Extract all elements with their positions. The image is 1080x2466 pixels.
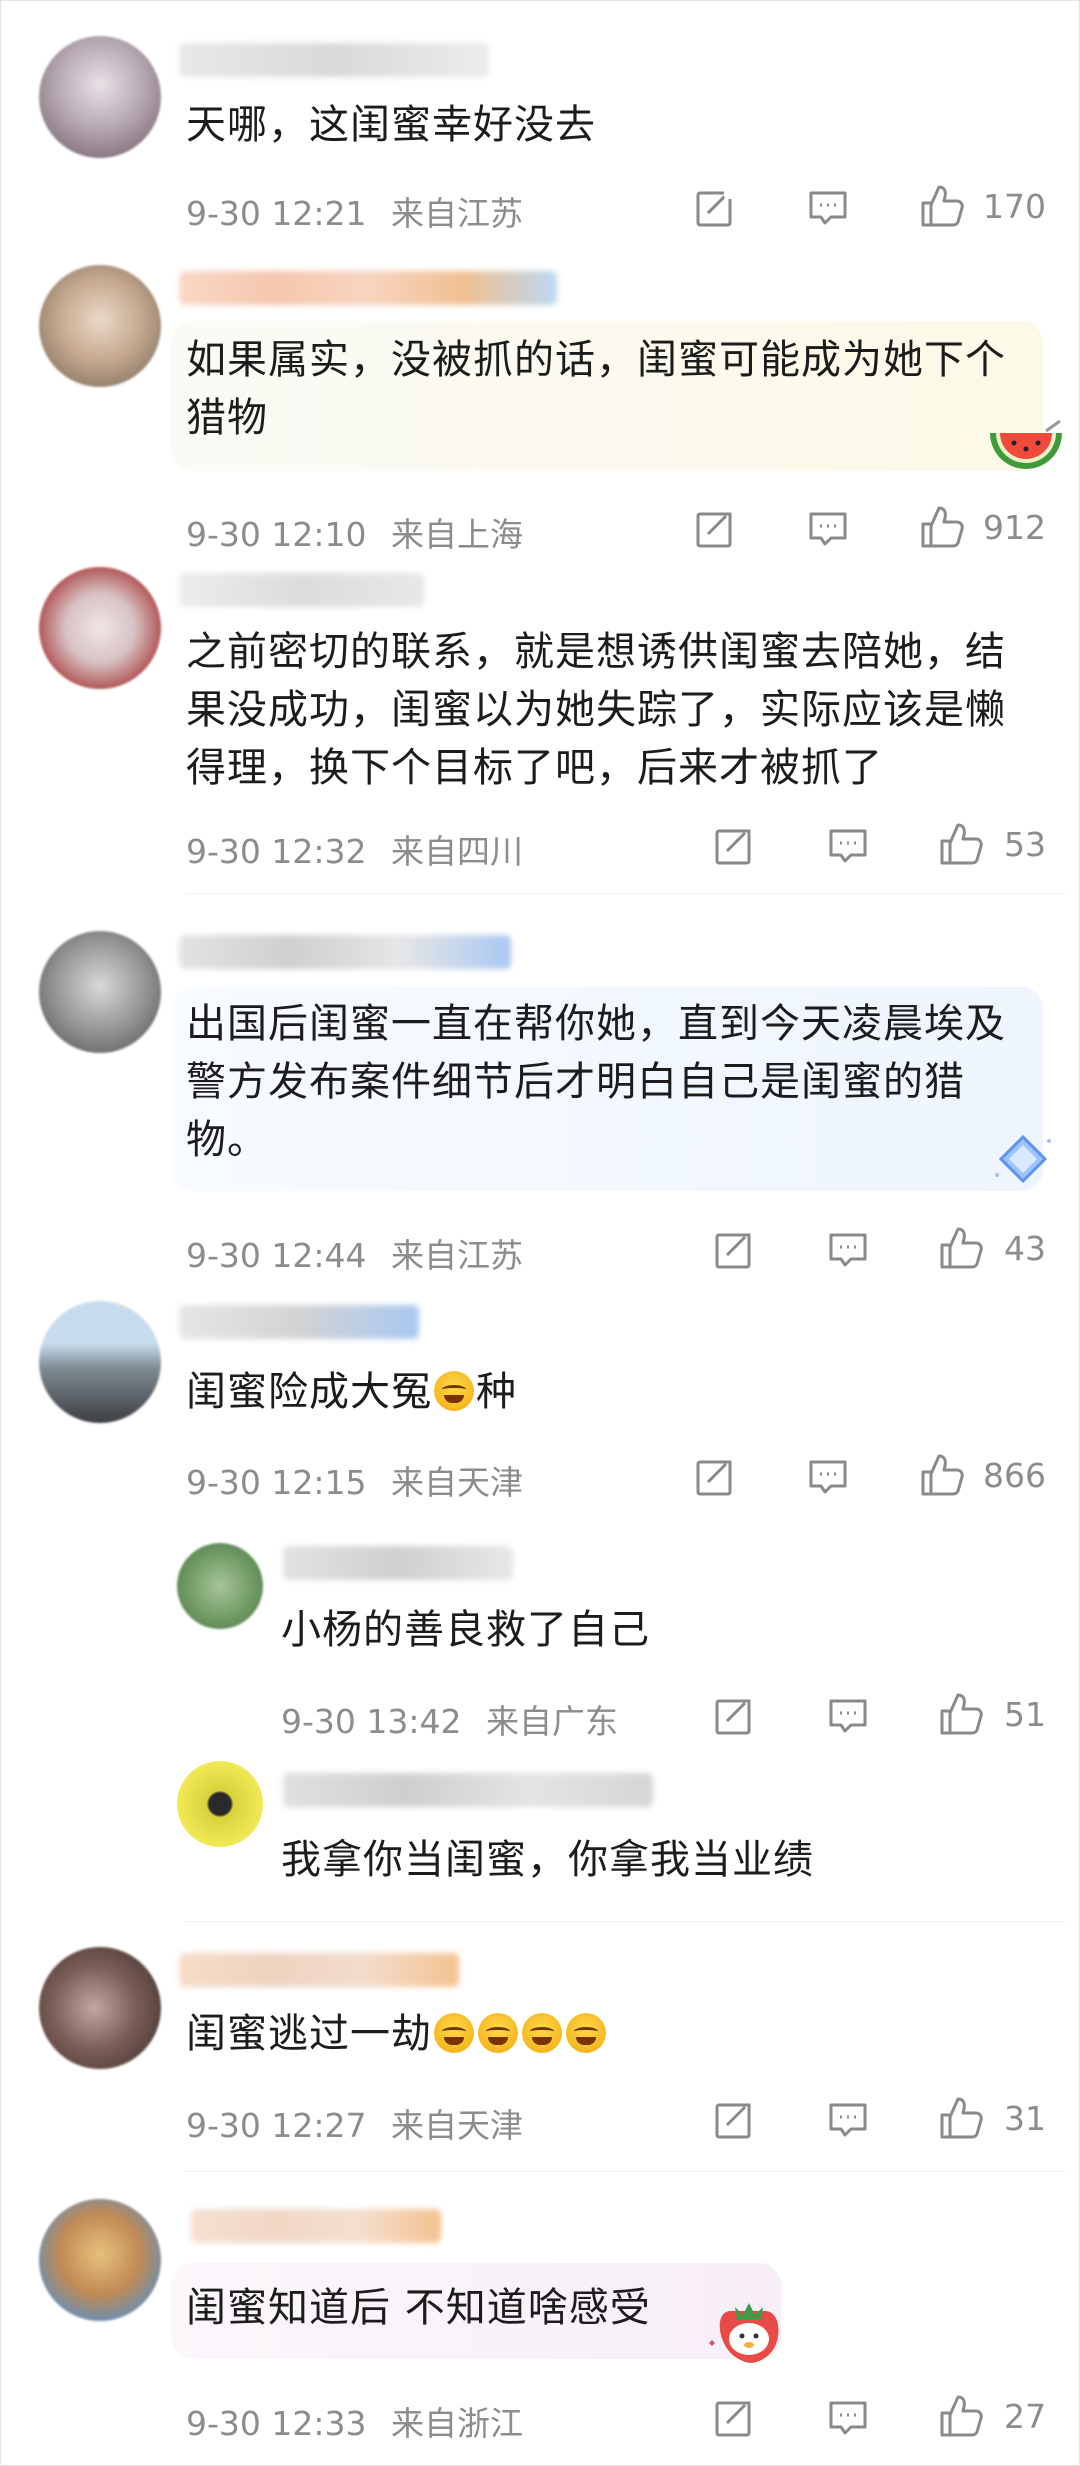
avatar[interactable] [39, 931, 161, 1053]
share-icon[interactable] [713, 1695, 755, 1737]
username-blurred[interactable] [283, 1546, 513, 1580]
comment-location: 来自四川 [391, 832, 523, 871]
avatar[interactable] [39, 2199, 161, 2321]
comment-text: 之前密切的联系，就是想诱供闺蜜去陪她，结果没成功，闺蜜以为她失踪了，实际应该是懒… [186, 629, 1006, 791]
share-icon[interactable] [694, 1456, 736, 1498]
like-count: 31 [1004, 2099, 1046, 2138]
like-icon[interactable] [938, 1225, 984, 1271]
comment-icon[interactable] [807, 187, 849, 229]
like-icon[interactable] [919, 504, 965, 550]
comment-meta: 9-30 12:33 来自浙江 [186, 2397, 523, 2445]
comment-icon[interactable] [827, 2397, 869, 2439]
laughing-crying-emoji-icon [522, 2013, 562, 2053]
like-count: 43 [1004, 1229, 1046, 1268]
share-icon[interactable] [694, 187, 736, 229]
diamond-sticker [991, 1131, 1055, 1191]
like-count: 27 [1004, 2397, 1046, 2436]
username-blurred[interactable] [179, 573, 424, 607]
divider [186, 2171, 1066, 2172]
laughing-crying-emoji-icon [434, 1371, 474, 1411]
username-blurred[interactable] [191, 2209, 441, 2243]
like-count: 53 [1004, 825, 1046, 864]
username-blurred[interactable] [179, 935, 511, 969]
like-icon[interactable] [938, 2095, 984, 2141]
comment-icon[interactable] [807, 508, 849, 550]
comment-time: 9-30 12:33 [186, 2404, 367, 2443]
avatar[interactable] [39, 567, 161, 689]
divider [186, 1921, 1066, 1922]
comment-location: 来自江苏 [391, 1236, 523, 1275]
like-icon[interactable] [938, 2393, 984, 2439]
comment-time: 9-30 12:32 [186, 832, 367, 871]
avatar[interactable] [39, 36, 161, 158]
comment-meta: 9-30 12:44 来自江苏 [186, 1229, 523, 1277]
laughing-crying-emoji-icon [478, 2013, 518, 2053]
reply-time: 9-30 13:42 [281, 1702, 462, 1741]
comment-meta: 9-30 12:27 来自天津 [186, 2099, 523, 2147]
like-count: 866 [983, 1456, 1046, 1495]
comment-text-part: 闺蜜险成大冤 [186, 1369, 432, 1415]
share-icon[interactable] [713, 825, 755, 867]
comment-meta: 9-30 12:21 来自江苏 [186, 187, 523, 235]
avatar[interactable] [39, 265, 161, 387]
like-icon[interactable] [938, 1691, 984, 1737]
share-icon[interactable] [713, 1229, 755, 1271]
comment-icon[interactable] [807, 1456, 849, 1498]
comment-icon[interactable] [827, 825, 869, 867]
username-blurred[interactable] [283, 1773, 653, 1807]
comment-text-part: 闺蜜逃过一劫 [186, 2011, 432, 2057]
username-blurred[interactable] [179, 1953, 459, 1987]
watermelon-sticker [986, 419, 1066, 483]
strawberry-sticker [701, 2297, 793, 2373]
comment-time: 9-30 12:21 [186, 194, 367, 233]
like-count: 170 [983, 187, 1046, 226]
like-count: 51 [1004, 1695, 1046, 1734]
comment-time: 9-30 12:27 [186, 2106, 367, 2145]
comment-icon[interactable] [827, 1695, 869, 1737]
avatar[interactable] [177, 1761, 263, 1847]
comment-text: 天哪，这闺蜜幸好没去 [186, 102, 596, 148]
comment-text-part: 种 [476, 1369, 517, 1415]
comment-time: 9-30 12:15 [186, 1463, 367, 1502]
avatar[interactable] [39, 1301, 161, 1423]
comment-text: 如果属实，没被抓的话，闺蜜可能成为她下个猎物 [186, 337, 1006, 441]
username-blurred[interactable] [179, 1305, 419, 1339]
avatar[interactable] [177, 1543, 263, 1629]
comment-location: 来自上海 [391, 515, 523, 554]
laughing-crying-emoji-icon [434, 2013, 474, 2053]
comment-location: 来自浙江 [391, 2404, 523, 2443]
like-count: 912 [983, 508, 1046, 547]
comment-icon[interactable] [827, 2099, 869, 2141]
avatar[interactable] [39, 1947, 161, 2069]
username-blurred[interactable] [179, 271, 557, 305]
comment-location: 来自天津 [391, 1463, 523, 1502]
comment-location: 来自天津 [391, 2106, 523, 2145]
comment-text: 闺蜜险成大冤种 [186, 1363, 517, 1421]
reply-meta: 9-30 13:42 来自广东 [281, 1695, 618, 1743]
reply-text: 我拿你当闺蜜，你拿我当业绩 [281, 1837, 814, 1883]
comment-text: 闺蜜知道后 不知道啥感受 [186, 2285, 651, 2331]
like-icon[interactable] [919, 1452, 965, 1498]
comment-meta: 9-30 12:32 来自四川 [186, 825, 523, 873]
reply-text: 小杨的善良救了自己 [281, 1607, 650, 1653]
share-icon[interactable] [713, 2099, 755, 2141]
comment-location: 来自江苏 [391, 194, 523, 233]
like-icon[interactable] [919, 183, 965, 229]
comment-icon[interactable] [827, 1229, 869, 1271]
username-blurred[interactable] [179, 43, 489, 77]
comment-meta: 9-30 12:15 来自天津 [186, 1456, 523, 1504]
comment-text: 闺蜜逃过一劫 [186, 2005, 608, 2063]
comment-text: 出国后闺蜜一直在帮你她，直到今天凌晨埃及警方发布案件细节后才明白自己是闺蜜的猎物… [186, 1001, 1006, 1163]
laughing-crying-emoji-icon [566, 2013, 606, 2053]
comment-time: 9-30 12:10 [186, 515, 367, 554]
reply-location: 来自广东 [486, 1702, 618, 1741]
comment-meta: 9-30 12:10 来自上海 [186, 508, 523, 556]
like-icon[interactable] [938, 821, 984, 867]
share-icon[interactable] [694, 508, 736, 550]
comment-time: 9-30 12:44 [186, 1236, 367, 1275]
divider [186, 893, 1066, 894]
share-icon[interactable] [713, 2397, 755, 2439]
